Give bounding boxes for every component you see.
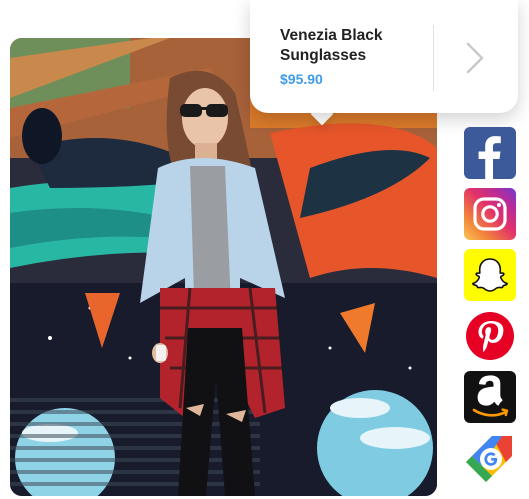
amazon-button[interactable] bbox=[464, 371, 516, 423]
amazon-icon bbox=[472, 375, 509, 417]
pinterest-button[interactable] bbox=[464, 310, 516, 362]
facebook-icon bbox=[478, 136, 501, 179]
google-shopping-icon bbox=[466, 436, 512, 482]
product-tag-card[interactable]: Venezia Black Sunglasses $95.90 bbox=[250, 0, 518, 113]
instagram-icon bbox=[473, 197, 507, 231]
snapchat-button[interactable] bbox=[464, 249, 516, 301]
instagram-button[interactable] bbox=[464, 188, 516, 240]
google-shopping-button[interactable] bbox=[464, 432, 516, 484]
chevron-right-icon bbox=[466, 42, 484, 74]
product-name[interactable]: Venezia Black Sunglasses bbox=[280, 26, 430, 66]
pinterest-icon bbox=[466, 312, 514, 360]
product-price: $95.90 bbox=[280, 71, 323, 87]
share-icon-bar bbox=[462, 127, 518, 493]
snapchat-icon bbox=[472, 258, 508, 292]
facebook-button[interactable] bbox=[464, 127, 516, 179]
card-divider bbox=[433, 25, 434, 91]
product-next-button[interactable] bbox=[440, 25, 510, 91]
